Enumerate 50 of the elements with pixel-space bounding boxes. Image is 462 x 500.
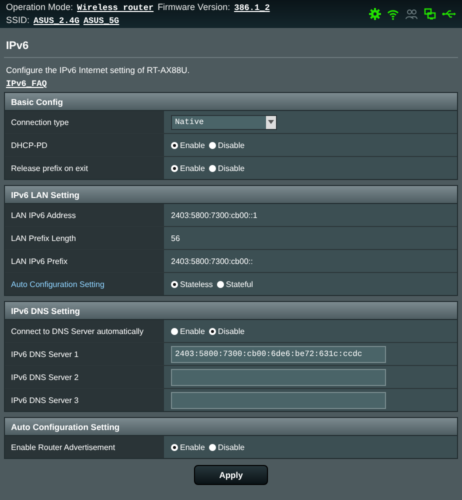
setting-label: Enable Router Advertisement: [5, 436, 164, 458]
page-description: Configure the IPv6 Internet setting of RT-AX88U.: [5, 65, 191, 75]
monitors-icon[interactable]: [424, 8, 436, 20]
radio-option[interactable]: Enable: [171, 326, 205, 336]
radio-option[interactable]: Disable: [208, 326, 245, 336]
connection-type-select[interactable]: Native: [171, 114, 277, 130]
caret-icon: [266, 116, 276, 128]
faq-link[interactable]: IPv6_FAQ: [6, 79, 47, 89]
page-title: IPv6: [4, 33, 458, 58]
setting-label: IPv6 DNS Server 2: [5, 366, 164, 388]
radio-option[interactable]: Stateless: [171, 280, 213, 288]
section-header: IPv6 LAN Setting: [5, 186, 457, 204]
radio-option[interactable]: Stateful: [216, 280, 254, 288]
firmware-link[interactable]: 386.1_2: [234, 3, 270, 13]
input-field[interactable]: [171, 392, 386, 408]
operation-mode-label: Operation Mode:: [6, 2, 74, 12]
radio-option[interactable]: Disable: [208, 140, 245, 150]
radio-option[interactable]: Disable: [208, 442, 245, 452]
apply-button[interactable]: Apply: [194, 465, 268, 485]
gear-icon[interactable]: [369, 8, 381, 20]
setting-value: 2403:5800:7300:cb00::: [171, 256, 253, 266]
radio-option[interactable]: Disable: [208, 164, 245, 172]
usb-icon[interactable]: [442, 9, 456, 19]
operation-mode-link[interactable]: Wireless router: [77, 3, 154, 13]
ssid-link[interactable]: ASUS_5G: [83, 16, 120, 26]
radio-option[interactable]: Enable: [171, 164, 205, 172]
setting-value: 2403:5800:7300:cb00::1: [171, 210, 258, 220]
firmware-label: Firmware Version:: [158, 2, 230, 12]
setting-label: IPv6 DNS Server 1: [5, 343, 164, 365]
setting-label: DHCP-PD: [5, 134, 164, 156]
section-header: Basic Config: [5, 93, 457, 111]
setting-label: LAN IPv6 Prefix: [5, 250, 164, 272]
ssid-link[interactable]: ASUS_2.4G: [34, 16, 80, 26]
setting-label: IPv6 DNS Server 3: [5, 389, 164, 411]
section-header: Auto Configuration Setting: [5, 418, 457, 436]
wifi-icon[interactable]: [387, 8, 399, 20]
setting-label: Release prefix on exit: [5, 157, 164, 179]
setting-label: Connection type: [5, 111, 164, 133]
input-field[interactable]: [171, 368, 386, 386]
setting-label: LAN IPv6 Address: [5, 204, 164, 226]
people-icon[interactable]: [405, 8, 418, 20]
setting-label: Connect to DNS Server automatically: [5, 320, 164, 342]
section-header: IPv6 DNS Setting: [5, 302, 457, 320]
ssid-label: SSID:: [6, 15, 30, 25]
setting-label: LAN Prefix Length: [5, 227, 164, 249]
input-field[interactable]: 2403:5800:7300:cb00:6de6:be72:631c:ccdc: [171, 346, 386, 362]
radio-option[interactable]: Enable: [171, 442, 205, 452]
setting-label: Auto Configuration Setting: [5, 273, 164, 295]
radio-option[interactable]: Enable: [171, 140, 205, 150]
setting-value: 56: [171, 234, 180, 242]
